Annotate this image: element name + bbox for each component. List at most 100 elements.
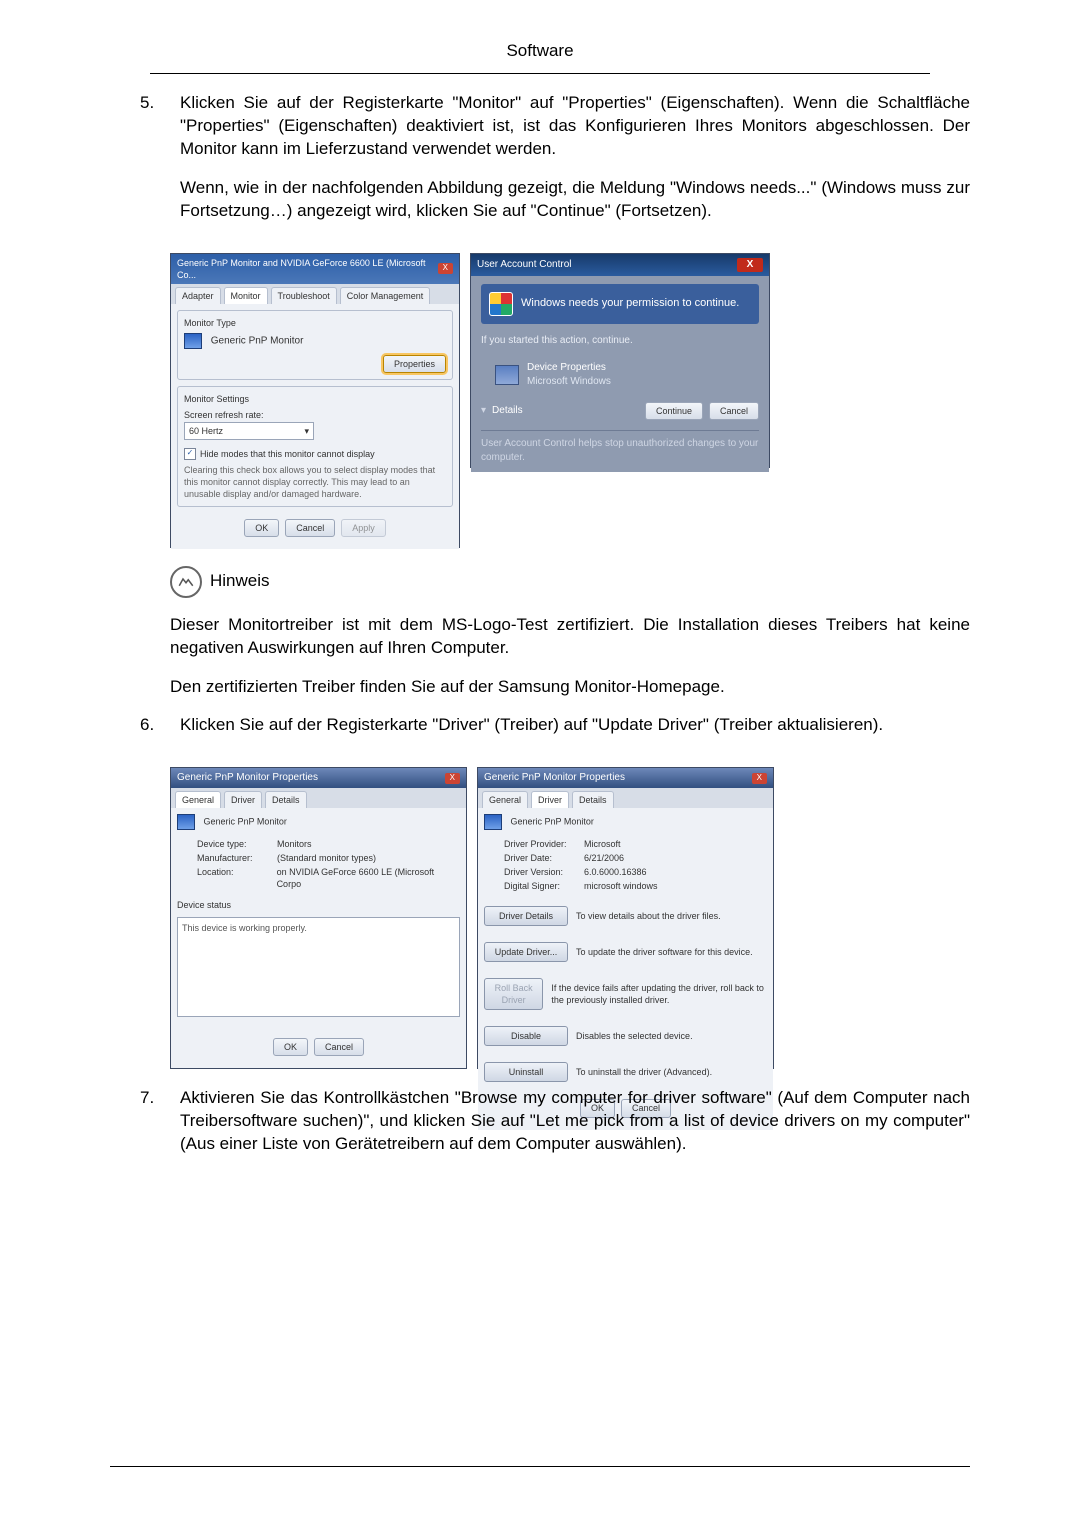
header-section: Software	[110, 40, 970, 63]
page: Software 5. Klicken Sie auf der Register…	[0, 0, 1080, 1527]
monitor-dialog-tabs: Adapter Monitor Troubleshoot Color Manag…	[171, 284, 459, 304]
close-icon[interactable]: X	[445, 773, 460, 784]
apply-button[interactable]: Apply	[341, 519, 386, 537]
uac-body: Windows needs your permission to continu…	[471, 276, 769, 473]
monitor-properties-dialog: Generic PnP Monitor and NVIDIA GeForce 6…	[170, 253, 460, 548]
hinweis-p2: Den zertifizierten Treiber finden Sie au…	[170, 676, 970, 699]
tab-troubleshoot[interactable]: Troubleshoot	[271, 287, 337, 304]
hide-modes-checkbox-row: ✓ Hide modes that this monitor cannot di…	[184, 448, 446, 460]
ver-val: 6.0.6000.16386	[584, 866, 647, 878]
sign-key: Digital Signer:	[504, 880, 574, 892]
tab-adapter[interactable]: Adapter	[175, 287, 221, 304]
device-status-label: Device status	[177, 899, 460, 911]
properties-general-buttons: OK Cancel	[177, 1032, 460, 1062]
chevron-down-icon: ▾	[481, 404, 486, 418]
monitor-settings-label: Monitor Settings	[184, 393, 446, 405]
properties-driver-tabs: General Driver Details	[478, 788, 773, 808]
monitor-dialog-buttons: OK Cancel Apply	[177, 513, 453, 543]
uac-started: If you started this action, continue.	[481, 334, 759, 348]
cancel-button[interactable]: Cancel	[709, 402, 759, 420]
uac-title: User Account Control	[477, 258, 572, 272]
sign-val: microsoft windows	[584, 880, 658, 892]
uninstall-desc: To uninstall the driver (Advanced).	[576, 1066, 712, 1078]
driver-monitor-name: Generic PnP Monitor	[511, 816, 594, 826]
close-icon[interactable]: X	[737, 258, 763, 272]
tab-details[interactable]: Details	[265, 791, 307, 808]
uac-titlebar: User Account Control X	[471, 254, 769, 276]
step-6-body: Klicken Sie auf der Registerkarte "Drive…	[180, 714, 970, 753]
uac-device-properties: Device Properties	[527, 361, 611, 375]
step-5-number: 5.	[110, 92, 180, 239]
cancel-button[interactable]: Cancel	[314, 1038, 364, 1056]
step-5-p1: Klicken Sie auf der Registerkarte "Monit…	[180, 92, 970, 161]
step-5-body: Klicken Sie auf der Registerkarte "Monit…	[180, 92, 970, 239]
ver-key: Driver Version:	[504, 866, 574, 878]
ok-button[interactable]: OK	[244, 519, 279, 537]
tab-details[interactable]: Details	[572, 791, 614, 808]
monitor-icon	[484, 814, 502, 830]
monitor-settings-group: Monitor Settings Screen refresh rate: 60…	[177, 386, 453, 507]
ok-button[interactable]: OK	[273, 1038, 308, 1056]
cancel-button[interactable]: Cancel	[285, 519, 335, 537]
disable-button[interactable]: Disable	[484, 1026, 568, 1046]
properties-driver-title: Generic PnP Monitor Properties	[484, 771, 625, 785]
tab-general[interactable]: General	[175, 791, 221, 808]
step-7: 7. Aktivieren Sie das Kontrollkästchen "…	[110, 1087, 970, 1172]
footer-rule	[110, 1466, 970, 1467]
prov-key: Driver Provider:	[504, 838, 574, 850]
shield-icon	[489, 292, 513, 316]
hinweis-label: Hinweis	[210, 570, 270, 593]
refresh-rate-dropdown[interactable]: 60 Hertz ▾	[184, 422, 314, 440]
roll-back-driver-button[interactable]: Roll Back Driver	[484, 978, 543, 1010]
driver-details-desc: To view details about the driver files.	[576, 910, 721, 922]
tab-color-management[interactable]: Color Management	[340, 287, 431, 304]
monitor-type-row: Generic PnP Monitor	[184, 333, 446, 349]
refresh-rate-label: Screen refresh rate:	[184, 409, 446, 421]
update-driver-button[interactable]: Update Driver...	[484, 942, 568, 962]
hide-modes-checkbox[interactable]: ✓	[184, 448, 196, 460]
step-5-p2: Wenn, wie in der nachfolgenden Abbildung…	[180, 177, 970, 223]
monitor-dialog-title: Generic PnP Monitor and NVIDIA GeForce 6…	[177, 257, 438, 281]
properties-button[interactable]: Properties	[383, 355, 446, 373]
mfr-val: (Standard monitor types)	[277, 852, 376, 864]
properties-driver-panel: Generic PnP Monitor Driver Provider:Micr…	[478, 808, 773, 1130]
close-icon[interactable]: X	[438, 263, 453, 274]
monitor-icon	[184, 333, 202, 349]
device-status-box: This device is working properly.	[177, 917, 460, 1017]
prop-monitor-row: Generic PnP Monitor	[177, 814, 460, 830]
continue-button[interactable]: Continue	[645, 402, 703, 420]
roll-back-driver-desc: If the device fails after updating the d…	[551, 982, 767, 1006]
properties-driver-titlebar: Generic PnP Monitor Properties X	[478, 768, 773, 788]
tab-monitor[interactable]: Monitor	[224, 287, 268, 304]
hide-modes-label: Hide modes that this monitor cannot disp…	[200, 448, 375, 460]
properties-driver-dialog: Generic PnP Monitor Properties X General…	[477, 767, 774, 1069]
device-status-text: This device is working properly.	[182, 923, 307, 933]
properties-general-tabs: General Driver Details	[171, 788, 466, 808]
monitor-type-group: Monitor Type Generic PnP Monitor Propert…	[177, 310, 453, 380]
uac-button-row: ▾ Details Continue Cancel	[481, 402, 759, 420]
uac-dialog: User Account Control X Windows needs you…	[470, 253, 770, 468]
mfr-key: Manufacturer:	[197, 852, 267, 864]
screenshot-row-1: Generic PnP Monitor and NVIDIA GeForce 6…	[170, 253, 970, 548]
properties-general-titlebar: Generic PnP Monitor Properties X	[171, 768, 466, 788]
step-5: 5. Klicken Sie auf der Registerkarte "Mo…	[110, 92, 970, 239]
uninstall-button[interactable]: Uninstall	[484, 1062, 568, 1082]
disable-desc: Disables the selected device.	[576, 1030, 693, 1042]
close-icon[interactable]: X	[752, 773, 767, 784]
properties-general-title: Generic PnP Monitor Properties	[177, 771, 318, 785]
prop-monitor-name: Generic PnP Monitor	[204, 816, 287, 826]
uac-details-link[interactable]: Details	[492, 404, 523, 418]
step-6-p1: Klicken Sie auf der Registerkarte "Drive…	[180, 714, 970, 737]
step-6: 6. Klicken Sie auf der Registerkarte "Dr…	[110, 714, 970, 753]
step-7-body: Aktivieren Sie das Kontrollkästchen "Bro…	[180, 1087, 970, 1172]
date-key: Driver Date:	[504, 852, 574, 864]
driver-details-button[interactable]: Driver Details	[484, 906, 568, 926]
tab-general[interactable]: General	[482, 791, 528, 808]
driver-monitor-row: Generic PnP Monitor	[484, 814, 767, 830]
tab-driver[interactable]: Driver	[531, 791, 569, 808]
monitor-panel: Monitor Type Generic PnP Monitor Propert…	[171, 304, 459, 549]
hinweis-p1: Dieser Monitortreiber ist mit dem MS-Log…	[170, 614, 970, 660]
monitor-icon	[177, 814, 195, 830]
tab-driver[interactable]: Driver	[224, 791, 262, 808]
devtype-key: Device type:	[197, 838, 267, 850]
